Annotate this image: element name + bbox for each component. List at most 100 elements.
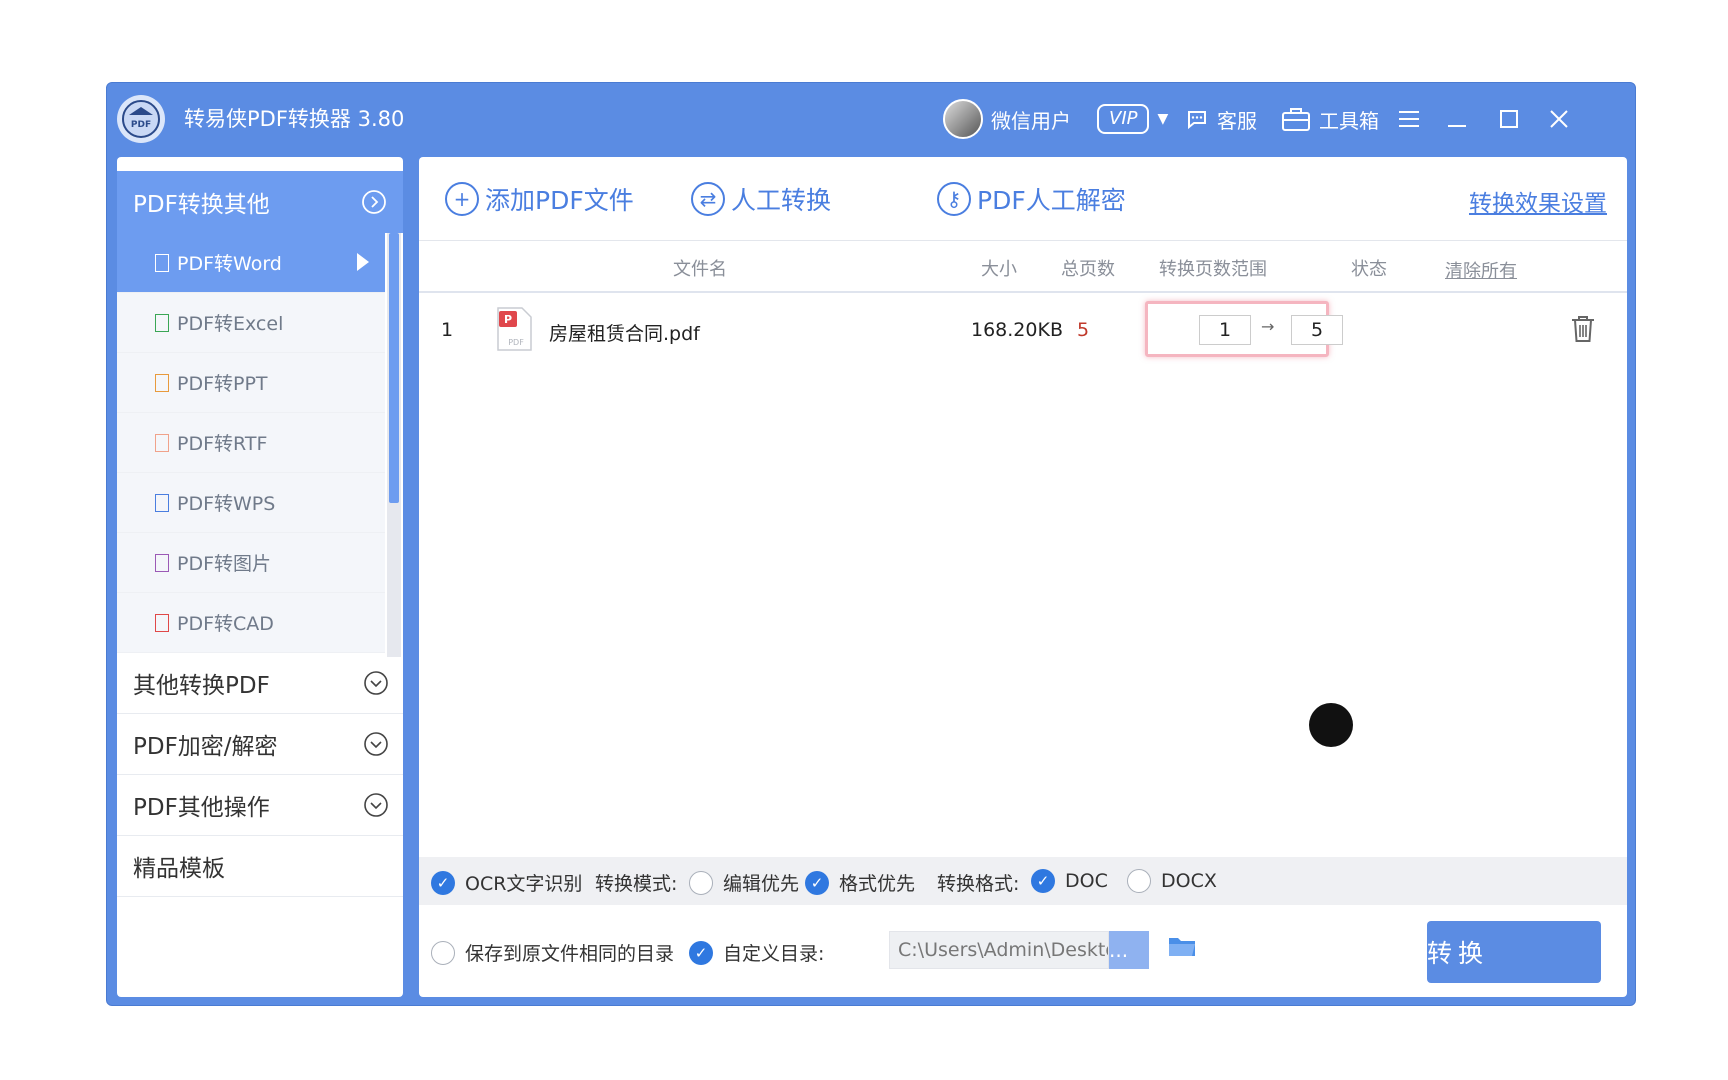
chevron-down-circle-icon — [364, 732, 388, 756]
menu-button[interactable] — [1393, 103, 1425, 135]
conversion-settings-link[interactable]: 转换效果设置 — [1469, 184, 1607, 218]
sidebar-item-pdf-image[interactable]: PDF转图片 — [117, 533, 385, 593]
clear-all-link[interactable]: 清除所有 — [1445, 257, 1517, 283]
header-size: 大小 — [981, 259, 1017, 280]
key-circle-icon: ⚷ — [937, 182, 971, 216]
custom-dir-label: 自定义目录: — [723, 943, 825, 965]
options-bar: ✓ OCR文字识别 转换模式: 编辑优先 ✓ 格式优先 转换格式: ✓ DOC … — [419, 857, 1627, 905]
caret-right-icon — [357, 253, 369, 271]
header-range: 转换页数范围 — [1159, 259, 1267, 280]
app-title: 转易侠PDF转换器 3.80 — [184, 107, 405, 131]
mode-label: 转换模式: — [595, 873, 678, 895]
word-doc-icon — [155, 253, 169, 272]
hamburger-icon — [1399, 111, 1419, 127]
format-docx-label: DOCX — [1161, 870, 1217, 892]
radio-empty-icon — [431, 940, 455, 965]
toolbar: + 添加PDF文件 ⇄ 人工转换 ⚷ PDF人工解密 转换效果设置 — [419, 157, 1627, 241]
chevron-down-circle-icon — [364, 793, 388, 817]
ppt-doc-icon — [155, 373, 169, 392]
user-name: 微信用户 — [991, 108, 1071, 133]
sidebar-item-pdf-word[interactable]: PDF转Word — [117, 233, 385, 293]
same-dir-radio[interactable]: 保存到原文件相同的目录 — [431, 939, 674, 966]
sidebar-item-label: PDF转RTF — [177, 433, 268, 455]
table-header: 文件名 大小 总页数 转换页数范围 状态 清除所有 — [419, 241, 1627, 293]
table-row[interactable]: 1 P PDF 房屋租赁合同.pdf 168.20KB 5 1 → 5 — [419, 297, 1627, 363]
loading-cursor-icon — [1309, 703, 1353, 747]
output-path-input[interactable]: C:\Users\Admin\Desktop\ — [889, 931, 1109, 969]
radio-empty-icon — [1127, 869, 1151, 893]
format-docx-radio[interactable]: DOCX — [1127, 869, 1217, 893]
sidebar-section-templates[interactable]: 精品模板 — [117, 836, 403, 897]
header-status: 状态 — [1351, 259, 1387, 280]
swap-circle-icon: ⇄ — [691, 182, 725, 216]
svg-text:P: P — [504, 313, 512, 326]
rtf-doc-icon — [155, 433, 169, 452]
check-icon: ✓ — [805, 870, 829, 895]
minimize-button[interactable] — [1441, 103, 1473, 135]
folder-icon[interactable] — [1167, 933, 1197, 959]
sidebar-section-other-ops[interactable]: PDF其他操作 — [117, 775, 403, 836]
close-icon — [1550, 110, 1568, 128]
sidebar-section-encrypt[interactable]: PDF加密/解密 — [117, 714, 403, 775]
range-to-input[interactable]: 5 — [1291, 315, 1343, 345]
file-size: 168.20KB — [971, 319, 1063, 341]
maximize-icon — [1500, 110, 1518, 128]
avatar — [943, 99, 983, 139]
sidebar-item-label: PDF转Word — [177, 253, 282, 275]
sidebar-header[interactable]: PDF转换其他 — [117, 171, 403, 233]
cad-doc-icon — [155, 613, 169, 632]
file-name: 房屋租赁合同.pdf — [549, 323, 700, 345]
section-label: PDF加密/解密 — [133, 734, 278, 760]
format-doc-radio[interactable]: ✓ DOC — [1031, 869, 1108, 893]
main-panel: + 添加PDF文件 ⇄ 人工转换 ⚷ PDF人工解密 转换效果设置 文件名 大小… — [419, 157, 1627, 997]
sidebar-item-pdf-rtf[interactable]: PDF转RTF — [117, 413, 385, 473]
sidebar-item-pdf-excel[interactable]: PDF转Excel — [117, 293, 385, 353]
header-filename: 文件名 — [673, 259, 727, 280]
pdf-icon-label: PDF — [508, 338, 524, 347]
service-button[interactable]: 客服 — [1185, 99, 1257, 139]
manual-decrypt-button[interactable]: ⚷ PDF人工解密 — [937, 179, 1126, 219]
user-profile[interactable]: 微信用户 — [943, 99, 1071, 139]
check-icon: ✓ — [431, 870, 455, 895]
app-window: PDF 转易侠PDF转换器 3.80 微信用户 VIP ▼ 客服 工具箱 PDF… — [106, 82, 1636, 1006]
sidebar-item-pdf-cad[interactable]: PDF转CAD — [117, 593, 385, 653]
mode-edit-radio[interactable]: 编辑优先 — [689, 869, 799, 896]
convert-button[interactable]: 转换 — [1427, 921, 1601, 983]
sidebar-item-label: PDF转WPS — [177, 493, 276, 515]
sidebar-scrollbar[interactable] — [387, 233, 401, 657]
manual-decrypt-label: PDF人工解密 — [977, 186, 1126, 215]
sidebar-section-other-to-pdf[interactable]: 其他转换PDF — [117, 653, 403, 714]
add-pdf-button[interactable]: + 添加PDF文件 — [445, 179, 634, 219]
sidebar-header-label: PDF转换其他 — [133, 192, 270, 218]
chat-icon — [1188, 111, 1206, 130]
sidebar-item-pdf-ppt[interactable]: PDF转PPT — [117, 353, 385, 413]
sidebar-item-label: PDF转PPT — [177, 373, 268, 395]
minimize-icon — [1448, 125, 1466, 127]
chevron-right-circle-icon — [362, 190, 386, 214]
maximize-button[interactable] — [1493, 103, 1525, 135]
same-dir-label: 保存到原文件相同的目录 — [465, 943, 675, 965]
sidebar-item-pdf-wps[interactable]: PDF转WPS — [117, 473, 385, 533]
close-button[interactable] — [1543, 103, 1575, 135]
sidebar-item-label: PDF转Excel — [177, 313, 284, 335]
range-from-input[interactable]: 1 — [1199, 315, 1251, 345]
section-label: 其他转换PDF — [133, 673, 270, 699]
mode-format-label: 格式优先 — [839, 873, 916, 895]
excel-doc-icon — [155, 313, 169, 332]
trash-icon[interactable] — [1571, 315, 1595, 348]
mode-format-radio[interactable]: ✓ 格式优先 — [805, 869, 915, 896]
toolbox-button[interactable]: 工具箱 — [1281, 99, 1379, 139]
custom-dir-radio[interactable]: ✓ 自定义目录: — [689, 939, 824, 966]
radio-empty-icon — [689, 870, 713, 895]
scrollbar-thumb[interactable] — [389, 233, 399, 503]
row-index: 1 — [441, 319, 454, 341]
browse-button[interactable]: ... — [1109, 931, 1149, 969]
format-label: 转换格式: — [937, 873, 1020, 895]
app-logo-icon: PDF — [117, 95, 165, 143]
mode-edit-label: 编辑优先 — [723, 873, 800, 895]
vip-menu[interactable]: VIP ▼ — [1097, 99, 1168, 139]
manual-convert-button[interactable]: ⇄ 人工转换 — [691, 179, 831, 219]
ocr-checkbox[interactable]: ✓ OCR文字识别 — [431, 869, 582, 896]
save-bar: 保存到原文件相同的目录 ✓ 自定义目录: C:\Users\Admin\Desk… — [419, 905, 1627, 997]
svg-text:PDF: PDF — [131, 120, 151, 130]
